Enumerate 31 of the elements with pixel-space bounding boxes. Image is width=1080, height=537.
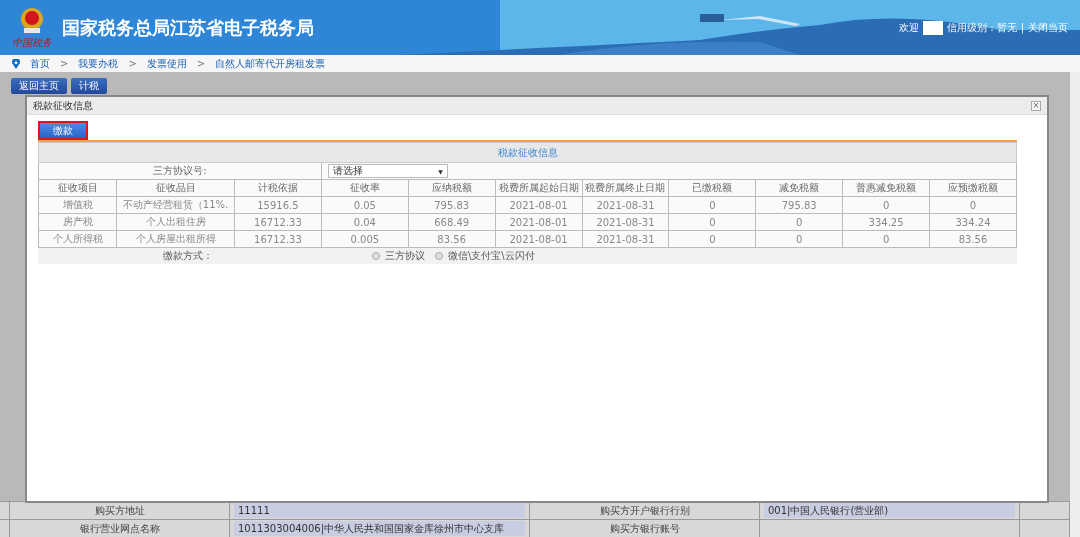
table-title: 税款征收信息 [38, 142, 1017, 163]
payment-option[interactable]: 三方协议 [372, 249, 425, 263]
emblem-caption: 中国税务 [12, 35, 52, 50]
breadcrumb-separator: > [60, 58, 69, 69]
breadcrumb-link[interactable]: 首页 [30, 56, 50, 71]
payment-option[interactable]: 微信\支付宝\云闪付 [435, 249, 535, 263]
form-field[interactable]: 001|中国人民银行(营业部) [764, 503, 1015, 518]
toolbar-button[interactable]: 计税 [71, 78, 107, 94]
breadcrumb-link[interactable]: 自然人邮寄代开房租发票 [215, 56, 326, 71]
breadcrumb-separator: > [128, 58, 137, 69]
toolbar-button[interactable]: 返回主页 [11, 78, 67, 94]
form-field[interactable]: 1011303004006|中华人民共和国国家金库徐州市中心支库 [234, 521, 525, 536]
radio-button[interactable] [435, 252, 443, 260]
breadcrumb-link[interactable]: 我要办税 [78, 56, 119, 71]
separator: | [1020, 22, 1024, 33]
credit-level: 信用级别：暂无 [946, 20, 1017, 35]
location-pin-icon [12, 58, 20, 69]
site-title: 国家税务总局江苏省电子税务局 [62, 15, 314, 40]
form-label: 银行营业网点名称 [10, 520, 230, 537]
form-label: 购买方银行账号 [530, 520, 760, 537]
radio-button[interactable] [372, 252, 380, 260]
breadcrumb-separator: > [196, 58, 206, 69]
welcome-text: 欢迎 [898, 20, 919, 35]
scrollbar[interactable] [1070, 72, 1080, 537]
breadcrumb-link[interactable]: 发票使用 [146, 56, 187, 71]
tab[interactable]: 缴款 [38, 121, 88, 140]
payment-label: 缴款方式： [162, 249, 214, 263]
emblem-icon [18, 5, 46, 36]
form-field[interactable]: 11111 [234, 503, 525, 518]
close-button[interactable]: × [1031, 100, 1041, 111]
dialog-title: 税款征收信息 [33, 98, 93, 113]
